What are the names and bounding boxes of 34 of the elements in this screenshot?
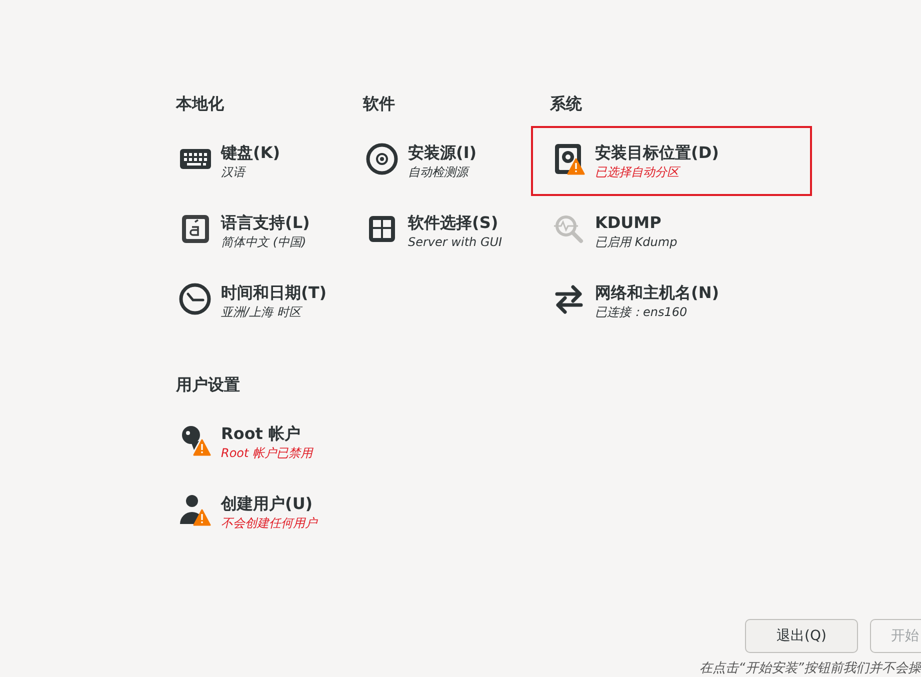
- spoke-status: 简体中文 (中国): [221, 234, 308, 251]
- spoke-title: 网络和主机名(N): [595, 283, 720, 303]
- spoke-status: 已连接：ens160: [595, 304, 688, 321]
- spoke-status: 已启用 Kdump: [595, 234, 678, 251]
- spoke-status: 汉语: [221, 164, 247, 181]
- spoke-title: 软件选择(S): [408, 213, 500, 233]
- settings-spoke[interactable]: 安装目标位置(D) 已选择自动分区: [531, 126, 812, 196]
- spoke-title: KDUMP: [595, 213, 662, 233]
- warning-icon: [193, 509, 211, 526]
- spoke-title: 创建用户(U): [221, 494, 314, 514]
- spoke-title: 时间和日期(T): [221, 283, 327, 303]
- spoke-title: 键盘(K): [221, 143, 280, 163]
- warning-icon: [193, 439, 211, 456]
- spoke-title: 安装源(I): [408, 143, 477, 163]
- spoke-status: 不会创建任何用户: [221, 515, 317, 532]
- section-heading: 软件: [363, 93, 396, 115]
- warning-icon: [567, 158, 585, 175]
- spoke-status: Server with GUI: [408, 234, 502, 251]
- settings-spoke[interactable]: 创建用户(U) 不会创建任何用户: [157, 477, 438, 547]
- section-heading: 系统: [550, 93, 583, 115]
- spoke-status: Root 帐户已禁用: [221, 445, 313, 462]
- quit-button[interactable]: 退出(Q): [745, 619, 858, 653]
- section-heading: 本地化: [176, 93, 225, 115]
- spoke-title: 安装目标位置(D): [595, 143, 719, 163]
- spoke-title: Root 帐户: [221, 424, 302, 444]
- spoke-title: 语言支持(L): [221, 213, 310, 233]
- spoke-status: 自动检测源: [408, 164, 471, 181]
- key-bubble-icon: [182, 426, 200, 450]
- spoke-status: 已选择自动分区: [595, 164, 682, 181]
- settings-spoke[interactable]: Root 帐户 Root 帐户已禁用: [157, 407, 438, 477]
- settings-spoke[interactable]: 时间和日期(T) 亚洲/上海 时区: [157, 266, 363, 336]
- spoke-status: 亚洲/上海 时区: [221, 304, 304, 321]
- settings-spoke[interactable]: 网络和主机名(N) 已连接：ens160: [531, 266, 812, 336]
- section-heading: 用户设置: [176, 374, 241, 396]
